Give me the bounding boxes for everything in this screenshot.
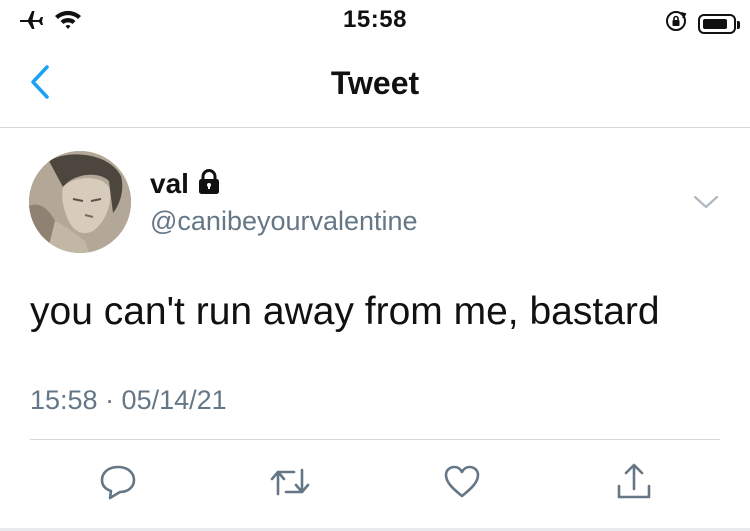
reply-icon (98, 463, 138, 506)
share-icon (614, 462, 654, 507)
retweet-icon (268, 464, 312, 505)
lock-icon (197, 168, 221, 200)
like-icon (442, 464, 482, 505)
status-time: 15:58 (343, 6, 407, 33)
user-name[interactable]: val (150, 168, 189, 200)
tweet-detail-screen: 15:58 Tweet val @canibeyourvalentine you… (0, 0, 750, 531)
tweet-text: you can't run away from me, bastard (30, 290, 660, 333)
rotation-lock-icon (664, 9, 688, 38)
retweet-button[interactable] (268, 462, 312, 506)
user-name-row[interactable]: val (150, 168, 221, 200)
chevron-down-icon (692, 195, 720, 216)
more-options-button[interactable] (692, 192, 720, 212)
page-title: Tweet (330, 65, 420, 101)
share-button[interactable] (612, 462, 656, 506)
tweet-actions-bar (0, 450, 750, 520)
divider (30, 439, 720, 440)
user-handle[interactable]: @canibeyourvalentine (150, 206, 418, 237)
like-button[interactable] (440, 462, 484, 506)
navigation-bar: Tweet (0, 42, 750, 128)
tweet-timestamp: 15:58 · 05/14/21 (30, 385, 227, 415)
battery-icon (698, 13, 740, 34)
status-right-icons (664, 9, 740, 38)
status-bar: 15:58 (0, 0, 750, 42)
reply-button[interactable] (96, 462, 140, 506)
avatar[interactable] (29, 151, 131, 253)
